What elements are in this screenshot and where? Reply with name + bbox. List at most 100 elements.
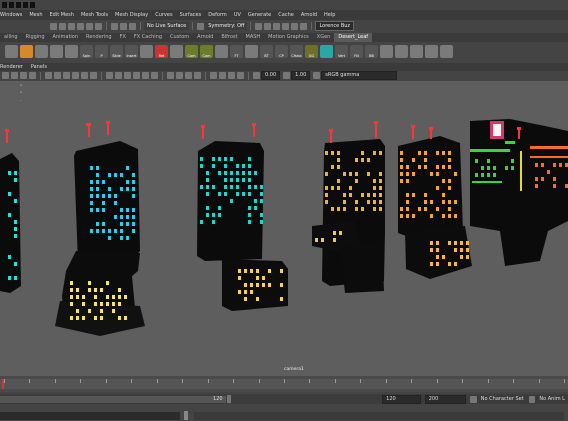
ipr-icon[interactable] bbox=[264, 22, 272, 30]
tab-custom[interactable]: Custom bbox=[166, 33, 193, 42]
view-transform-dropdown[interactable]: sRGB gamma bbox=[321, 71, 398, 80]
anti-alias-icon[interactable] bbox=[185, 72, 192, 79]
shelf-tool-ft-15[interactable]: FT bbox=[230, 44, 243, 58]
building-2[interactable] bbox=[55, 121, 145, 336]
camera-attr-icon[interactable] bbox=[11, 72, 18, 79]
snap-surface-icon[interactable] bbox=[95, 22, 102, 30]
viewport[interactable]: ° ° · camera1 bbox=[0, 81, 568, 376]
output-icon[interactable] bbox=[129, 22, 136, 30]
shelf-tool-icon-28[interactable] bbox=[425, 44, 438, 58]
hypershade-icon[interactable] bbox=[282, 22, 290, 30]
character-set-icon[interactable] bbox=[470, 395, 477, 403]
building-3[interactable] bbox=[197, 123, 288, 311]
textured-icon[interactable] bbox=[133, 72, 140, 79]
shelf-tool-icon-2[interactable] bbox=[35, 44, 48, 58]
isolate-select-icon[interactable] bbox=[210, 72, 217, 79]
shelf-tool-icon-0[interactable] bbox=[5, 44, 18, 58]
snap-view-icon[interactable] bbox=[86, 22, 93, 30]
menu-arnold[interactable]: Arnold bbox=[301, 12, 317, 18]
shelf-tool-vert-22[interactable]: Vert bbox=[335, 44, 348, 58]
tab-desert-leaf[interactable]: Desert_Leaf bbox=[334, 33, 373, 42]
tab-animation[interactable]: Animation bbox=[49, 33, 83, 42]
shelf-tool-cp-18[interactable]: CP bbox=[275, 44, 288, 58]
menu-cache[interactable]: Cache bbox=[278, 12, 294, 18]
safe-action-icon[interactable] bbox=[90, 72, 97, 79]
gate-mask-icon[interactable] bbox=[72, 72, 79, 79]
shelf-tool-icon-16[interactable] bbox=[245, 44, 258, 58]
menu-uv[interactable]: UV bbox=[234, 12, 241, 18]
shelf-tool-com-12[interactable]: Com bbox=[185, 44, 198, 58]
image-plane-icon[interactable] bbox=[29, 72, 36, 79]
menu-mesh-display[interactable]: Mesh Display bbox=[115, 12, 148, 18]
shelf-tool-icon-11[interactable] bbox=[170, 44, 183, 58]
gamma-field[interactable]: 1.00 bbox=[291, 71, 311, 80]
depth-of-field-icon[interactable] bbox=[194, 72, 201, 79]
tab-bifrost[interactable]: Bifrost bbox=[217, 33, 241, 42]
backface-icon[interactable] bbox=[237, 72, 244, 79]
select-mode-icon[interactable] bbox=[50, 22, 57, 30]
xray-joints-icon[interactable] bbox=[228, 72, 235, 79]
shadows-icon[interactable] bbox=[151, 72, 158, 79]
anim-layer-icon[interactable] bbox=[528, 395, 536, 403]
ambient-occlusion-icon[interactable] bbox=[167, 72, 174, 79]
shelf-tool-bb-24[interactable]: BB bbox=[365, 44, 378, 58]
menu-curves[interactable]: Curves bbox=[155, 12, 172, 18]
snap-curve-icon[interactable] bbox=[68, 22, 75, 30]
building-6[interactable] bbox=[470, 119, 568, 266]
smooth-shade-icon[interactable] bbox=[115, 72, 122, 79]
shelf-tool-icon-4[interactable] bbox=[65, 44, 78, 58]
shelf-tool-ret-10[interactable]: Ret bbox=[155, 44, 168, 58]
shelf-tool-icon-26[interactable] bbox=[395, 44, 408, 58]
menu-mesh-tools[interactable]: Mesh Tools bbox=[81, 12, 108, 18]
shelf-tool-icon-3[interactable] bbox=[50, 44, 63, 58]
playback-end-field[interactable]: 120 bbox=[382, 394, 421, 404]
field-chart-icon[interactable] bbox=[81, 72, 88, 79]
menu-generate[interactable]: Generate bbox=[248, 12, 271, 18]
tab-rendering[interactable]: Rendering bbox=[82, 33, 116, 42]
symmetry-dropdown[interactable]: Symmetry: Off bbox=[205, 22, 248, 30]
shelf-tool-gg-20[interactable]: GG bbox=[305, 44, 318, 58]
grid-icon[interactable] bbox=[45, 72, 52, 79]
scene-view[interactable] bbox=[0, 81, 568, 376]
menu-edit-mesh[interactable]: Edit Mesh bbox=[50, 12, 74, 18]
building-1[interactable] bbox=[0, 129, 21, 293]
shelf-tool-fn-23[interactable]: FN bbox=[350, 44, 363, 58]
user-account-dropdown[interactable]: Lorence Buz bbox=[315, 21, 355, 31]
resolution-gate-icon[interactable] bbox=[63, 72, 70, 79]
input-icon[interactable] bbox=[120, 22, 127, 30]
script-editor-button[interactable] bbox=[184, 411, 188, 420]
building-5[interactable] bbox=[398, 125, 472, 279]
menu-surfaces[interactable]: Surfaces bbox=[180, 12, 202, 18]
lights-icon[interactable] bbox=[142, 72, 149, 79]
current-time-marker[interactable] bbox=[2, 379, 4, 389]
arnold-ipr-icon[interactable] bbox=[300, 22, 308, 30]
motion-blur-icon[interactable] bbox=[176, 72, 183, 79]
live-surface-dropdown[interactable]: No Live Surface bbox=[144, 22, 190, 30]
tab-xgen[interactable]: XGen bbox=[313, 33, 335, 42]
animation-end-field[interactable]: 200 bbox=[424, 394, 467, 404]
menu-mesh[interactable]: Mesh bbox=[29, 12, 42, 18]
command-line-field[interactable] bbox=[0, 411, 180, 420]
snap-grid-icon[interactable] bbox=[59, 22, 66, 30]
snap-point-icon[interactable] bbox=[77, 22, 84, 30]
shelf-tool-bt-17[interactable]: BT bbox=[260, 44, 273, 58]
history-icon[interactable] bbox=[111, 22, 118, 30]
bookmark-icon[interactable] bbox=[20, 72, 27, 79]
menu-windows[interactable]: Windows bbox=[0, 12, 22, 18]
arnold-render-icon[interactable] bbox=[291, 22, 299, 30]
render-settings-icon[interactable] bbox=[273, 22, 281, 30]
menu-help[interactable]: Help bbox=[324, 12, 335, 18]
tab-rigging[interactable]: Rigging bbox=[22, 33, 49, 42]
tab-modeling[interactable]: alling bbox=[0, 33, 22, 42]
panel-menu-panels[interactable]: Panels bbox=[31, 64, 47, 70]
tab-fx[interactable]: FX bbox=[116, 33, 130, 42]
xray-icon[interactable] bbox=[219, 72, 226, 79]
panel-menu-renderer[interactable]: Renderer bbox=[0, 64, 23, 70]
shelf-tool-insert-8[interactable]: Insert bbox=[125, 44, 138, 58]
menu-deform[interactable]: Deform bbox=[208, 12, 227, 18]
shelf-tool-p-6[interactable]: P bbox=[95, 44, 108, 58]
shelf-tool-chalo-19[interactable]: CHalo bbox=[290, 44, 303, 58]
shelf-tool-icon-9[interactable] bbox=[140, 44, 153, 58]
film-gate-icon[interactable] bbox=[54, 72, 61, 79]
render-icon[interactable] bbox=[255, 22, 263, 30]
